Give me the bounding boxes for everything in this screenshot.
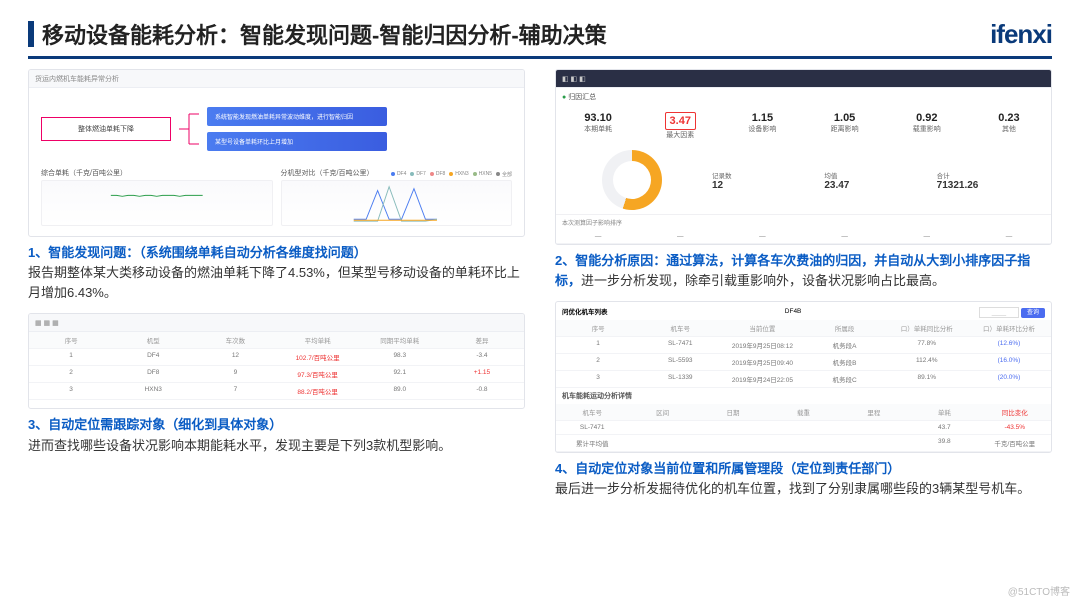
shot4-title-center: DF4B	[785, 308, 802, 315]
section-2: ◧ ◧ ◧ ● 归因汇总 93.10本期单耗 3.47最大因素 1.15设备影响…	[555, 69, 1052, 500]
dash-subtitle: 本次测算因子影响排序	[556, 214, 1051, 230]
dash-tab: 归因汇总	[568, 94, 596, 101]
caption-4: 4、自动定位对象当前位置和所属管理段（定位到责任部门） 最后进一步分析发掘待优化…	[555, 459, 1052, 499]
shot4-subtitle: 机车能耗运动分析详情	[556, 388, 1051, 404]
table-row: 3HXN3788.2/百吨公里89.0-0.8	[29, 383, 524, 400]
caption-2: 2、智能分析原因：通过算法，计算各车次费油的归因，并自动从大到小排序因子指标，进…	[555, 251, 1052, 291]
table-row: 3SL-13392019年9月24日22:05机务段C89.1%(20.0%)	[556, 371, 1051, 388]
screenshot-1: 货运内燃机车能耗异常分析 整体燃油单耗下降 系统智能发现燃油单耗异常波动维度，进…	[28, 69, 525, 237]
table-row: SL-747143.7-43.5%	[556, 421, 1051, 435]
dash-stats: 93.10本期单耗 3.47最大因素 1.15设备影响 1.05距离影响 0.9…	[556, 106, 1051, 146]
donut-chart	[602, 150, 662, 210]
section-1: 货运内燃机车能耗异常分析 整体燃油单耗下降 系统智能发现燃油单耗异常波动维度，进…	[28, 69, 525, 500]
table-row: 2SL-55932019年9月25日09:40机务段B112.4%(16.0%)	[556, 354, 1051, 371]
slide-title: 移动设备能耗分析：智能发现问题-智能归因分析-辅助决策	[42, 18, 607, 50]
chart-a	[41, 180, 273, 226]
chart-a-label: 综合单耗（千克/百吨公里）	[41, 168, 273, 178]
table-row: 1SL-74712019年9月25日08:12机务段A77.8%(12.6%)	[556, 337, 1051, 354]
brand-logo: ifenxi	[990, 19, 1052, 50]
table-row: ——————	[556, 230, 1051, 244]
slide-header: 移动设备能耗分析：智能发现问题-智能归因分析-辅助决策 ifenxi	[28, 18, 1052, 59]
caption-3-head: 3、自动定位需跟踪对象（细化到具体对象）	[28, 417, 282, 432]
side-stats: 记录数12 均值23.47 合计71321.26	[712, 150, 1045, 210]
table-row: 1DF412102.7/百吨公里98.3-3.4	[29, 349, 524, 366]
caption-1-head: 1、智能发现问题：（系统围绕单耗自动分析各维度找问题）	[28, 245, 367, 260]
shot1-title: 货运内燃机车能耗异常分析	[35, 74, 119, 84]
chart-b	[281, 180, 513, 226]
caption-3-body: 进而查找哪些设备状况影响本期能耗水平，发现主要是下列3款机型影响。	[28, 438, 451, 453]
caption-2-tail: 进一步分析发现，除牵引载重影响外，设备状况影响占比最高。	[581, 273, 945, 288]
accent-bar	[28, 21, 34, 47]
flow-box-2: 某型号设备单耗环比上月增加	[207, 132, 387, 151]
flow-box-1: 系统智能发现燃油单耗异常波动维度，进行智能归因	[207, 107, 387, 126]
table4-header: 序号机车号当前位置所属段口）单耗同比分析口）单耗环比分析	[556, 320, 1051, 337]
screenshot-3: ▦ ▦ ▦ 序号机型车次数平均单耗同期平均单耗差异 1DF412102.7/百吨…	[28, 313, 525, 409]
screenshot-4: 问优化机车列表 DF4B ____ 查询 序号机车号当前位置所属段口）单耗同比分…	[555, 301, 1052, 453]
table-row: 累计平均值39.8千克/百吨公里	[556, 435, 1051, 452]
shot4-title-left: 问优化机车列表	[562, 306, 608, 316]
caption-4-body: 最后进一步分析发掘待优化的机车位置，找到了分别隶属哪些段的3辆某型号机车。	[555, 481, 1030, 496]
watermark: @51CTO博客	[1008, 583, 1070, 598]
caption-3: 3、自动定位需跟踪对象（细化到具体对象） 进而查找哪些设备状况影响本期能耗水平，…	[28, 415, 525, 455]
caption-1: 1、智能发现问题：（系统围绕单耗自动分析各维度找问题） 报告期整体某大类移动设备…	[28, 243, 525, 303]
chart-b-label: 分机型对比（千克/百吨公里）	[281, 168, 374, 178]
table3-header: 序号机型车次数平均单耗同期平均单耗差异	[29, 332, 524, 349]
table-row: 2DF8997.3/百吨公里92.1+1.15	[29, 366, 524, 383]
table4b-header: 机车号区间日期载重里程单耗同比变化	[556, 404, 1051, 421]
caption-4-head: 4、自动定位对象当前位置和所属管理段（定位到责任部门）	[555, 461, 900, 476]
screenshot-2: ◧ ◧ ◧ ● 归因汇总 93.10本期单耗 3.47最大因素 1.15设备影响…	[555, 69, 1052, 245]
query-button[interactable]: 查询	[1021, 308, 1045, 318]
caption-1-body: 报告期整体某大类移动设备的燃油单耗下降了4.53%，但某型号移动设备的单耗环比上…	[28, 265, 520, 300]
chart-b-legend: DF4 DF7 DF8 HXN3 HXN5 全部	[391, 171, 512, 178]
connector-icon	[179, 104, 199, 154]
highlight-box: 整体燃油单耗下降	[41, 117, 171, 141]
